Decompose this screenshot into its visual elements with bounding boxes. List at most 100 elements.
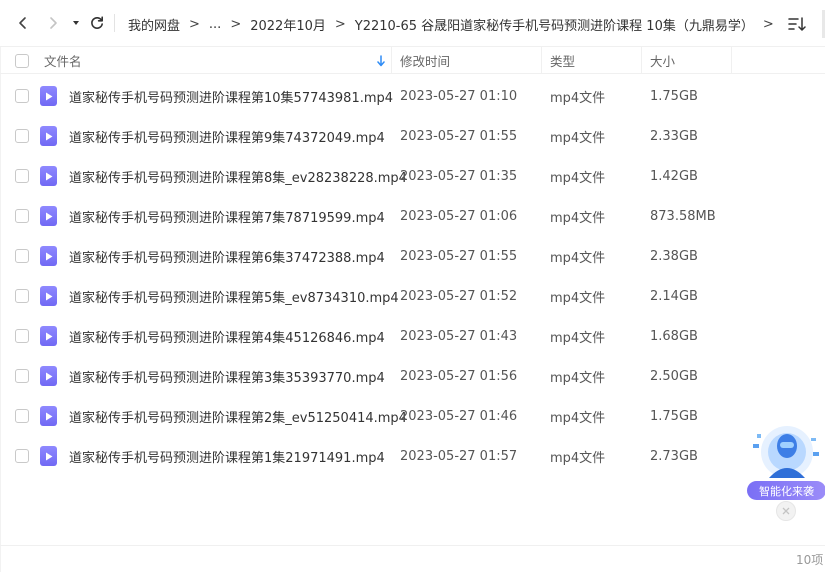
row-checkbox-cell[interactable]: [15, 156, 29, 196]
file-modified-time: 2023-05-27 01:55: [400, 128, 518, 144]
toolbar-divider: [114, 14, 115, 32]
file-modified-time: 2023-05-27 01:57: [400, 448, 518, 464]
sort-arrow-icon[interactable]: [376, 47, 386, 74]
column-header-time[interactable]: 修改时间: [400, 47, 450, 74]
breadcrumb-item-month[interactable]: 2022年10月: [250, 15, 326, 34]
column-divider: [391, 47, 392, 74]
file-name[interactable]: 道家秘传手机号码预测进阶课程第2集_ev51250414.mp4: [69, 396, 407, 436]
row-checkbox[interactable]: [15, 169, 29, 183]
back-button[interactable]: [12, 12, 34, 34]
file-name[interactable]: 道家秘传手机号码预测进阶课程第10集57743981.mp4: [69, 76, 393, 116]
row-checkbox[interactable]: [15, 329, 29, 343]
file-name[interactable]: 道家秘传手机号码预测进阶课程第5集_ev8734310.mp4: [69, 276, 399, 316]
caret-down-icon: [73, 21, 79, 25]
column-divider: [731, 47, 732, 74]
ai-widget-close-button[interactable]: [776, 501, 796, 521]
breadcrumb-separator: >: [334, 16, 346, 32]
file-name[interactable]: 道家秘传手机号码预测进阶课程第9集74372049.mp4: [69, 116, 385, 156]
column-header-size[interactable]: 大小: [650, 47, 675, 74]
file-modified-time: 2023-05-27 01:55: [400, 248, 518, 264]
file-size: 2.50GB: [650, 368, 698, 384]
sort-icon: [788, 17, 806, 31]
row-checkbox[interactable]: [15, 249, 29, 263]
file-row[interactable]: 道家秘传手机号码预测进阶课程第8集_ev28238228.mp4 2023-05-…: [0, 156, 825, 196]
file-name[interactable]: 道家秘传手机号码预测进阶课程第7集78719599.mp4: [69, 196, 385, 236]
ai-widget-label[interactable]: 智能化来袭: [747, 481, 825, 500]
select-all-checkbox[interactable]: [15, 53, 29, 68]
select-all-checkbox-cell[interactable]: [15, 47, 29, 74]
row-checkbox[interactable]: [15, 449, 29, 463]
file-list: 道家秘传手机号码预测进阶课程第10集57743981.mp4 2023-05-27…: [0, 76, 825, 476]
file-row[interactable]: 道家秘传手机号码预测进阶课程第6集37472388.mp4 2023-05-27 …: [0, 236, 825, 276]
file-row[interactable]: 道家秘传手机号码预测进阶课程第2集_ev51250414.mp4 2023-05-…: [0, 396, 825, 436]
history-dropdown-button[interactable]: [67, 12, 85, 34]
row-checkbox[interactable]: [15, 209, 29, 223]
file-row[interactable]: 道家秘传手机号码预测进阶课程第4集45126846.mp4 2023-05-27 …: [0, 316, 825, 356]
breadcrumb-item-ellipsis[interactable]: ...: [209, 17, 221, 32]
video-file-icon: [40, 356, 57, 396]
file-size: 2.73GB: [650, 448, 698, 464]
file-name[interactable]: 道家秘传手机号码预测进阶课程第3集35393770.mp4: [69, 356, 385, 396]
footer-divider: [0, 545, 825, 546]
row-checkbox[interactable]: [15, 129, 29, 143]
row-checkbox-cell[interactable]: [15, 76, 29, 116]
file-row[interactable]: 道家秘传手机号码预测进阶课程第10集57743981.mp4 2023-05-27…: [0, 76, 825, 116]
breadcrumb-item-root[interactable]: 我的网盘: [128, 15, 180, 34]
file-modified-time: 2023-05-27 01:06: [400, 208, 518, 224]
row-checkbox-cell[interactable]: [15, 316, 29, 356]
file-name[interactable]: 道家秘传手机号码预测进阶课程第8集_ev28238228.mp4: [69, 156, 407, 196]
file-name[interactable]: 道家秘传手机号码预测进阶课程第1集21971491.mp4: [69, 436, 385, 476]
file-size: 2.33GB: [650, 128, 698, 144]
file-row[interactable]: 道家秘传手机号码预测进阶课程第3集35393770.mp4 2023-05-27 …: [0, 356, 825, 396]
row-checkbox-cell[interactable]: [15, 236, 29, 276]
file-size: 1.75GB: [650, 408, 698, 424]
file-row[interactable]: 道家秘传手机号码预测进阶课程第1集21971491.mp4 2023-05-27 …: [0, 436, 825, 476]
breadcrumb-separator: >: [189, 16, 200, 32]
file-row[interactable]: 道家秘传手机号码预测进阶课程第7集78719599.mp4 2023-05-27 …: [0, 196, 825, 236]
chevron-right-icon: [50, 17, 57, 29]
file-modified-time: 2023-05-27 01:52: [400, 288, 518, 304]
breadcrumb-item-current[interactable]: Y2210-65 谷晟阳道家秘传手机号码预测进阶课程 10集（九鼎易学）: [355, 15, 754, 34]
file-row[interactable]: 道家秘传手机号码预测进阶课程第5集_ev8734310.mp4 2023-05-2…: [0, 276, 825, 316]
row-checkbox-cell[interactable]: [15, 436, 29, 476]
file-name[interactable]: 道家秘传手机号码预测进阶课程第4集45126846.mp4: [69, 316, 385, 356]
sort-button[interactable]: [785, 13, 809, 35]
file-name[interactable]: 道家秘传手机号码预测进阶课程第6集37472388.mp4: [69, 236, 385, 276]
video-file-icon: [40, 316, 57, 356]
column-divider: [641, 47, 642, 74]
file-modified-time: 2023-05-27 01:10: [400, 88, 518, 104]
chevron-left-icon: [19, 17, 26, 29]
file-size: 2.38GB: [650, 248, 698, 264]
breadcrumb-separator: >: [230, 16, 242, 32]
row-checkbox-cell[interactable]: [15, 196, 29, 236]
row-checkbox-cell[interactable]: [15, 276, 29, 316]
video-file-icon: [40, 116, 57, 156]
file-modified-time: 2023-05-27 01:35: [400, 168, 518, 184]
row-checkbox-cell[interactable]: [15, 396, 29, 436]
row-checkbox[interactable]: [15, 369, 29, 383]
row-checkbox[interactable]: [15, 409, 29, 423]
file-type: mp4文件: [550, 290, 606, 306]
row-checkbox-cell[interactable]: [15, 116, 29, 156]
file-type: mp4文件: [550, 410, 606, 426]
file-type: mp4文件: [550, 250, 606, 266]
file-type: mp4文件: [550, 130, 606, 146]
video-file-icon: [40, 236, 57, 276]
video-file-icon: [40, 276, 57, 316]
row-checkbox[interactable]: [15, 89, 29, 103]
refresh-button[interactable]: [86, 12, 108, 34]
file-size: 2.14GB: [650, 288, 698, 304]
toolbar: 我的网盘 > ... > 2022年10月 > Y2210-65 谷晟阳道家秘传…: [0, 0, 825, 46]
robot-avatar-icon: [753, 426, 819, 478]
file-list-header: 文件名 修改时间 类型 大小: [0, 46, 825, 74]
video-file-icon: [40, 156, 57, 196]
row-checkbox[interactable]: [15, 289, 29, 303]
file-row[interactable]: 道家秘传手机号码预测进阶课程第9集74372049.mp4 2023-05-27 …: [0, 116, 825, 156]
row-checkbox-cell[interactable]: [15, 356, 29, 396]
forward-button[interactable]: [42, 12, 64, 34]
column-header-name[interactable]: 文件名: [44, 47, 82, 74]
file-type: mp4文件: [550, 170, 606, 186]
breadcrumb: 我的网盘 > ... > 2022年10月 > Y2210-65 谷晟阳道家秘传…: [128, 14, 783, 34]
column-header-type[interactable]: 类型: [550, 47, 575, 74]
file-type: mp4文件: [550, 90, 606, 106]
